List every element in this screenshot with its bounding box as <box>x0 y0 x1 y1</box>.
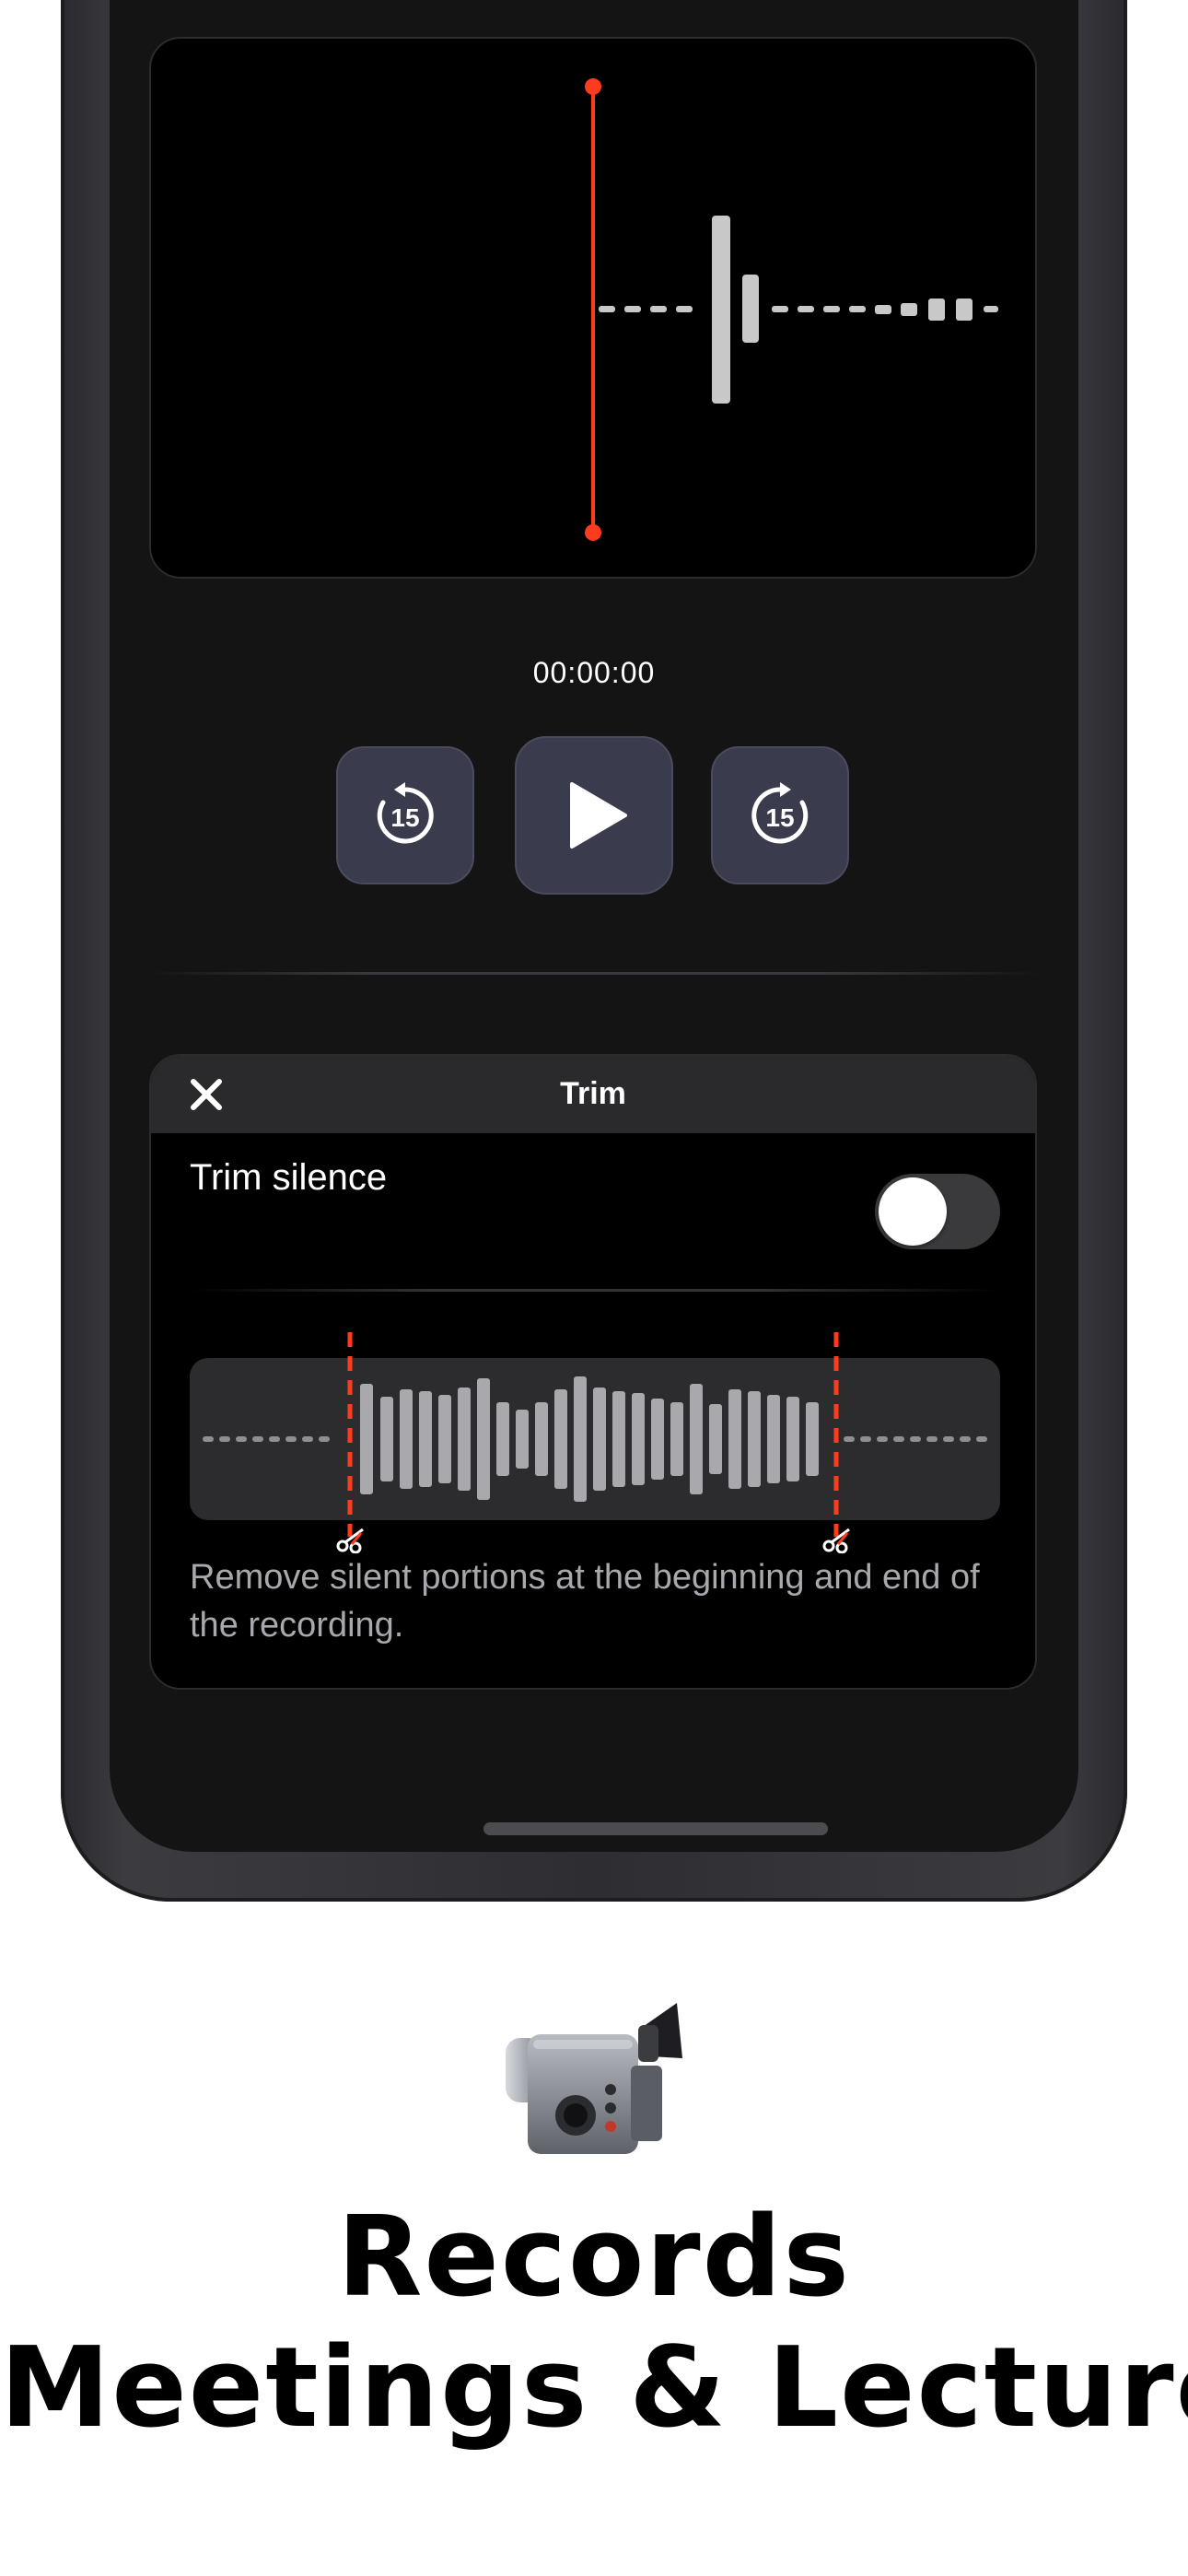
section-divider <box>146 972 1042 975</box>
waveform-bars <box>599 216 998 404</box>
waveform-panel[interactable] <box>149 37 1037 579</box>
headline-line-2: Meetings & Lectures <box>0 2324 1188 2453</box>
skip-forward-seconds: 15 <box>765 803 794 832</box>
home-indicator[interactable] <box>483 1822 828 1835</box>
trim-silent-dashes-right <box>844 1436 987 1442</box>
phone-frame: 00:00:00 15 15 Trim Trim silence Remove … <box>61 0 1127 1902</box>
trim-sheet: Trim Trim silence Remove silent portions… <box>149 1054 1037 1690</box>
screenshot-page: 00:00:00 15 15 Trim Trim silence Remove … <box>0 0 1188 2576</box>
camcorder-icon <box>506 2003 682 2154</box>
trim-waveform-graphic <box>203 1332 987 1553</box>
waveform-graphic <box>585 78 998 541</box>
headline-line-1: Records <box>337 2194 851 2322</box>
playhead-top-handle[interactable] <box>585 78 601 95</box>
marketing-headline: Records Meetings & Lectures <box>0 2193 1188 2454</box>
skip-back-seconds: 15 <box>390 803 419 832</box>
play-button[interactable] <box>515 736 673 895</box>
elapsed-time: 00:00:00 <box>532 656 656 689</box>
skip-forward-button[interactable]: 15 <box>711 746 849 884</box>
skip-back-15-icon: 15 <box>377 782 434 844</box>
phone-screen: 00:00:00 15 15 Trim Trim silence Remove … <box>110 0 1078 1852</box>
skip-back-button[interactable]: 15 <box>336 746 474 884</box>
playhead-bottom-handle[interactable] <box>585 524 601 541</box>
skip-forward-15-icon: 15 <box>751 782 809 844</box>
trim-active-bars <box>360 1376 819 1502</box>
trim-description: Remove silent portions at the beginning … <box>190 1558 980 1645</box>
trim-silent-dashes-left <box>203 1436 330 1442</box>
play-icon <box>570 782 627 849</box>
